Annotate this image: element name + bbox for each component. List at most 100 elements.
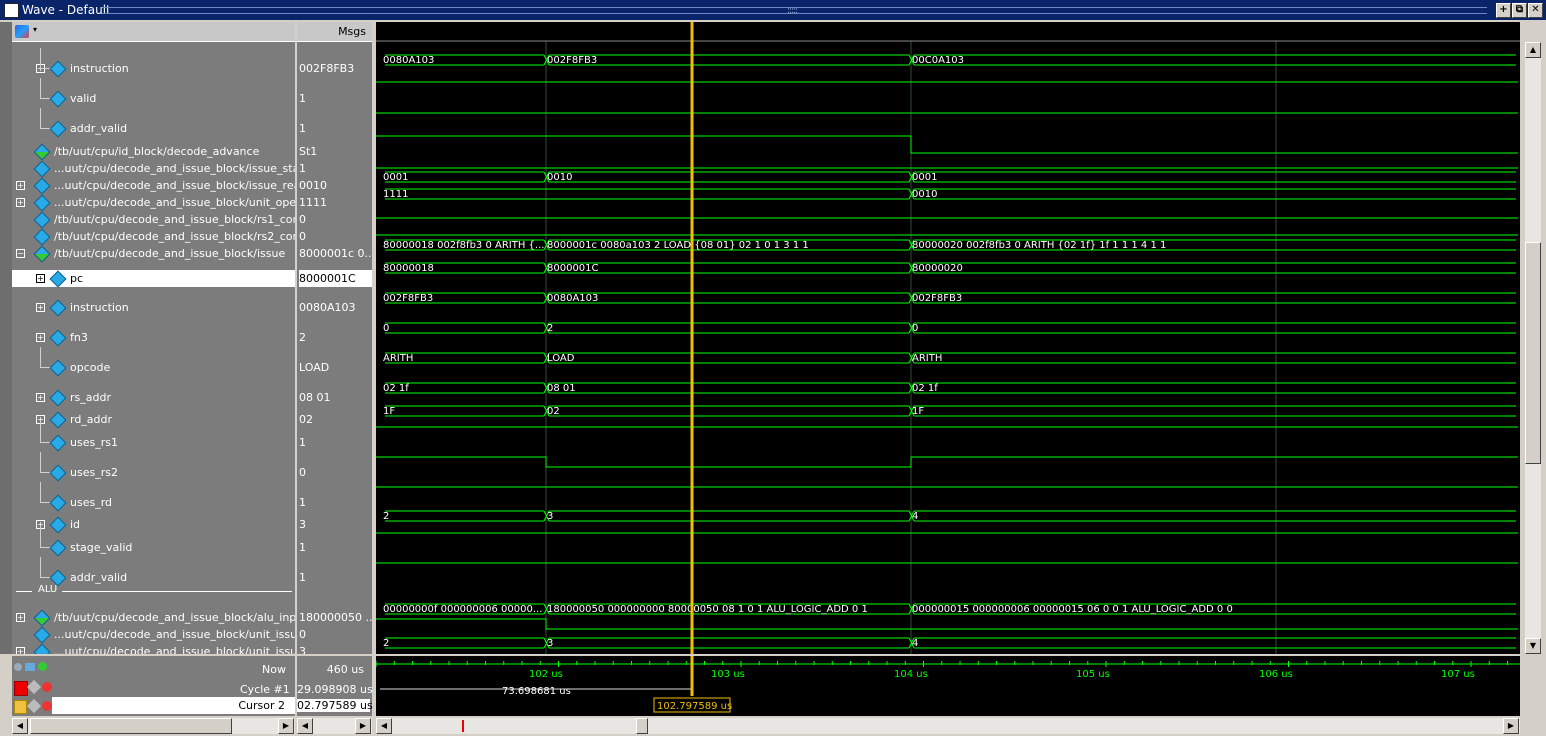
- bus-label: 02 1f: [383, 383, 409, 394]
- bus-label: 3: [547, 511, 553, 522]
- signal-value: 0: [299, 466, 306, 479]
- cursor-value[interactable]: 02.797589 us: [297, 699, 373, 712]
- scroll-up-arrow[interactable]: ▲: [1525, 42, 1541, 58]
- signal-row[interactable]: uses_rs2: [12, 452, 295, 482]
- signal-value: 0: [299, 213, 306, 226]
- signal-row[interactable]: + id: [12, 516, 295, 534]
- bus-label: 4: [912, 511, 918, 522]
- tree-line: [40, 78, 51, 99]
- signal-row[interactable]: uses_rs1: [12, 422, 295, 452]
- expand-icon[interactable]: +: [36, 333, 45, 342]
- name-scroll-thumb[interactable]: [30, 718, 232, 734]
- signal-value: 1: [299, 496, 306, 509]
- waveform-canvas[interactable]: 0080A103 002F8FB3 00C0A103 0001 0010 0001 1111…: [376, 22, 1520, 654]
- unlock-icon[interactable]: [14, 700, 27, 714]
- signal-row[interactable]: opcode: [12, 347, 295, 377]
- value-scroll-right[interactable]: ▶: [355, 718, 371, 734]
- add-cursor-icon[interactable]: [25, 663, 35, 671]
- vertical-scrollbar[interactable]: ▲ ▼: [1525, 42, 1541, 654]
- msgs-header: Msgs: [338, 25, 366, 38]
- timeline-pane[interactable]: 102 us 103 us 104 us 105 us 106 us 107 us 73.6…: [375, 656, 1527, 716]
- signal-diamond-icon: [33, 245, 51, 263]
- signal-row[interactable]: ...uut/cpu/decode_and_issue_block/unit_i…: [12, 626, 295, 644]
- signal-diamond-icon: [33, 177, 51, 195]
- bus-label: 000000015 000000006 00000015 06 0 0 1 AL…: [912, 604, 1233, 615]
- zoom-icon[interactable]: [14, 663, 22, 671]
- name-hscrollbar[interactable]: ◀ ▶: [12, 718, 295, 734]
- expand-icon[interactable]: +: [16, 613, 25, 622]
- signal-row[interactable]: /tb/uut/cpu/decode_and_issue_block/rs1_c…: [12, 211, 295, 229]
- signal-row[interactable]: stage_valid: [12, 527, 295, 557]
- wave-scroll-right[interactable]: ▶: [1503, 718, 1519, 734]
- wave-scroll-thumb[interactable]: [636, 718, 648, 734]
- signal-name: stage_valid: [70, 541, 133, 554]
- signal-name-pane[interactable]: ▾ + instruction valid addr_valid/tb/uut/cpu…: [12, 22, 295, 654]
- title-grip[interactable]: :::::: [787, 6, 798, 16]
- expand-icon[interactable]: +: [16, 181, 25, 190]
- lock-icon[interactable]: [14, 681, 28, 696]
- signal-row[interactable]: uses_rd: [12, 482, 295, 512]
- timeline-canvas[interactable]: 102 us 103 us 104 us 105 us 106 us 107 us 73.6…: [375, 656, 1527, 716]
- bus-label: 80000018: [383, 263, 434, 274]
- signal-value: 0: [299, 230, 306, 243]
- signal-diamond-icon: [49, 359, 67, 377]
- signal-row[interactable]: + ...uut/cpu/decode_and_issue_block/issue…: [12, 177, 295, 195]
- signal-row[interactable]: /tb/uut/cpu/id_block/decode_advance: [12, 143, 295, 161]
- signal-diamond-icon: [33, 143, 51, 161]
- close-button[interactable]: ✕: [1528, 3, 1543, 18]
- waveform-pane[interactable]: 0080A103 002F8FB3 00C0A103 0001 0010 0001 1111…: [376, 22, 1520, 654]
- wave-hscrollbar[interactable]: ◀ ▶: [376, 718, 1520, 734]
- signal-row[interactable]: + /tb/uut/cpu/decode_and_issue_block/alu_…: [12, 609, 295, 627]
- expand-icon[interactable]: +: [36, 303, 45, 312]
- signal-row[interactable]: − /tb/uut/cpu/decode_and_issue_block/issu…: [12, 245, 295, 263]
- signal-row[interactable]: + instruction: [12, 48, 295, 78]
- scroll-down-arrow[interactable]: ▼: [1525, 638, 1541, 654]
- expand-icon[interactable]: +: [36, 274, 45, 283]
- signal-row[interactable]: + rs_addr: [12, 389, 295, 407]
- wrench2-icon[interactable]: [26, 698, 42, 714]
- signal-row[interactable]: + ...uut/cpu/decode_and_issue_block/unit_…: [12, 643, 295, 654]
- expand-icon[interactable]: +: [16, 647, 25, 654]
- alu-divider[interactable]: ALU: [14, 584, 295, 598]
- cursor-row-selected[interactable]: Cursor 2: [52, 697, 295, 714]
- signal-row[interactable]: ...uut/cpu/decode_and_issue_block/issue_…: [12, 160, 295, 178]
- signal-value: 8000001C: [299, 270, 372, 287]
- wave-scroll-left[interactable]: ◀: [376, 718, 392, 734]
- tree-line: [40, 422, 51, 443]
- remove2-icon[interactable]: [42, 701, 52, 711]
- value-wave-splitter[interactable]: [372, 22, 376, 716]
- signal-row[interactable]: addr_valid: [12, 108, 295, 138]
- signal-row[interactable]: + pc: [12, 270, 295, 288]
- bus-label: 002F8FB3: [547, 55, 597, 66]
- expand-icon[interactable]: +: [16, 198, 25, 207]
- signal-row[interactable]: + fn3: [12, 329, 295, 347]
- value-scroll-left[interactable]: ◀: [297, 718, 313, 734]
- timeline-tick-label: 104 us: [894, 669, 928, 680]
- signal-value: St1: [299, 145, 318, 158]
- add-icon[interactable]: [38, 662, 47, 671]
- expand-icon[interactable]: +: [36, 393, 45, 402]
- signal-value: 1: [299, 541, 306, 554]
- layers-icon[interactable]: [15, 25, 29, 38]
- left-strip: [0, 22, 12, 654]
- value-pane[interactable]: Msgs 002F8FB3 1 1 St1 1 0010 1111 0 0 8000001c 0.…: [297, 22, 372, 654]
- remove-icon[interactable]: [42, 682, 52, 692]
- signal-name: uses_rd: [70, 496, 113, 509]
- name-value-splitter[interactable]: [295, 22, 297, 716]
- name-scroll-left[interactable]: ◀: [12, 718, 28, 734]
- vertical-scroll-thumb[interactable]: [1525, 242, 1541, 464]
- undock-button[interactable]: ⧉: [1512, 3, 1527, 18]
- bit-waveform: [376, 456, 1518, 468]
- value-hscrollbar[interactable]: ◀ ▶: [297, 718, 372, 734]
- signal-row[interactable]: + ...uut/cpu/decode_and_issue_block/unit_…: [12, 194, 295, 212]
- bus-label: 0080A103: [383, 55, 434, 66]
- name-scroll-right[interactable]: ▶: [278, 718, 294, 734]
- signal-row[interactable]: + instruction: [12, 299, 295, 317]
- signal-row[interactable]: /tb/uut/cpu/decode_and_issue_block/rs2_c…: [12, 228, 295, 246]
- collapse-icon[interactable]: −: [16, 249, 25, 258]
- dock-button[interactable]: +: [1496, 3, 1511, 18]
- signal-row[interactable]: + rd_addr: [12, 411, 295, 429]
- signal-row[interactable]: valid: [12, 78, 295, 108]
- wrench-icon[interactable]: [26, 679, 42, 695]
- chevron-down-icon[interactable]: ▾: [33, 25, 37, 34]
